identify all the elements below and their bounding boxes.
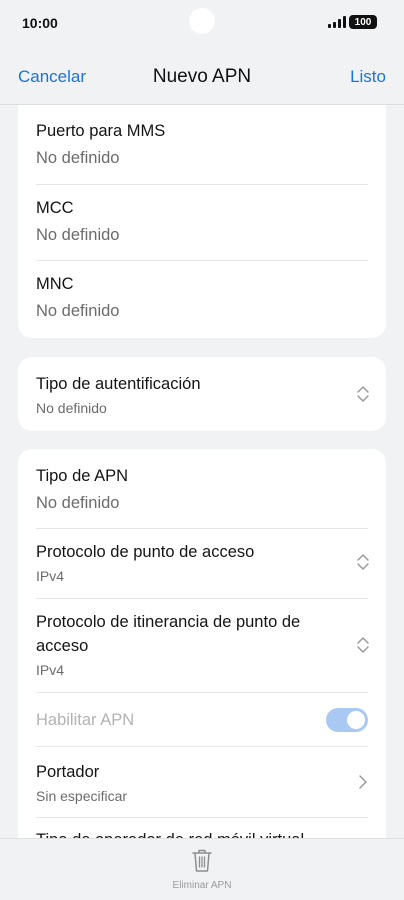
divider	[36, 598, 368, 599]
ap-protocol-row[interactable]: Protocolo de punto de acceso IPv4	[36, 541, 336, 585]
page-title: Nuevo APN	[152, 66, 252, 87]
auth-type-value: No definido	[36, 400, 107, 416]
chevron-right-icon[interactable]	[358, 774, 368, 790]
up-down-chevron-icon[interactable]	[356, 636, 370, 654]
enable-apn-toggle[interactable]	[326, 708, 368, 732]
enable-apn-row: Habilitar APN	[36, 709, 368, 731]
trash-icon[interactable]	[192, 849, 212, 873]
ap-protocol-title: Protocolo de punto de acceso	[36, 543, 255, 561]
apn-type-title: Tipo de APN	[36, 467, 129, 485]
roaming-protocol-row[interactable]: Protocolo de itinerancia de punto de acc…	[36, 611, 336, 679]
roaming-protocol-title-line1: Protocolo de itinerancia de punto de	[36, 613, 301, 631]
divider	[36, 692, 368, 693]
divider	[36, 184, 368, 185]
divider	[36, 528, 368, 529]
bottom-action-bar: Eliminar APN	[0, 838, 404, 900]
bearer-title: Portador	[36, 763, 100, 781]
mcc-title: MCC	[36, 199, 74, 217]
mcc-row[interactable]: MCC No definido	[36, 197, 368, 246]
bearer-value: Sin especificar	[36, 788, 128, 804]
apn-type-value: No definido	[36, 494, 120, 512]
bearer-row[interactable]: Portador Sin especificar	[36, 761, 336, 805]
settings-card-auth: Tipo de autentificación No definido	[18, 357, 386, 431]
delete-apn-label[interactable]: Eliminar APN	[0, 880, 404, 891]
roaming-protocol-title-line2: acceso	[36, 637, 89, 655]
mms-port-title: Puerto para MMS	[36, 122, 166, 140]
ap-protocol-value: IPv4	[36, 568, 65, 584]
mnc-title: MNC	[36, 275, 74, 293]
camera-cutout	[189, 8, 215, 34]
divider	[36, 746, 368, 747]
mms-port-value: No definido	[36, 149, 120, 167]
up-down-chevron-icon[interactable]	[356, 385, 370, 403]
mnc-value: No definido	[36, 302, 120, 320]
mvno-type-title: Tipo de operador de red móvil virtual	[36, 829, 368, 838]
settings-scroll[interactable]: Puerto para MMS No definido MCC No defin…	[0, 105, 404, 838]
status-bar: 10:00 100	[0, 0, 404, 46]
settings-card-mms: Puerto para MMS No definido MCC No defin…	[18, 105, 386, 338]
status-time: 10:00	[22, 15, 58, 31]
mms-port-row[interactable]: Puerto para MMS No definido	[36, 120, 368, 169]
roaming-protocol-value: IPv4	[36, 662, 65, 678]
divider	[36, 817, 368, 818]
toggle-knob	[347, 711, 365, 729]
up-down-chevron-icon[interactable]	[356, 553, 370, 571]
mvno-type-row[interactable]: Tipo de operador de red móvil virtual	[36, 829, 368, 838]
done-button[interactable]: Listo	[350, 67, 386, 87]
enable-apn-label: Habilitar APN	[36, 711, 135, 729]
battery-icon: 100	[349, 15, 377, 29]
settings-card-apn: Tipo de APN No definido Protocolo de pun…	[18, 449, 386, 838]
apn-type-row[interactable]: Tipo de APN No definido	[36, 465, 368, 514]
mcc-value: No definido	[36, 226, 120, 244]
battery-level: 100	[354, 16, 372, 28]
auth-type-row[interactable]: Tipo de autentificación No definido	[36, 373, 336, 417]
divider	[36, 260, 368, 261]
nav-bar: Cancelar Nuevo APN Listo	[0, 52, 404, 102]
signal-icon	[328, 16, 346, 28]
auth-type-title: Tipo de autentificación	[36, 375, 201, 393]
mnc-row[interactable]: MNC No definido	[36, 273, 368, 322]
